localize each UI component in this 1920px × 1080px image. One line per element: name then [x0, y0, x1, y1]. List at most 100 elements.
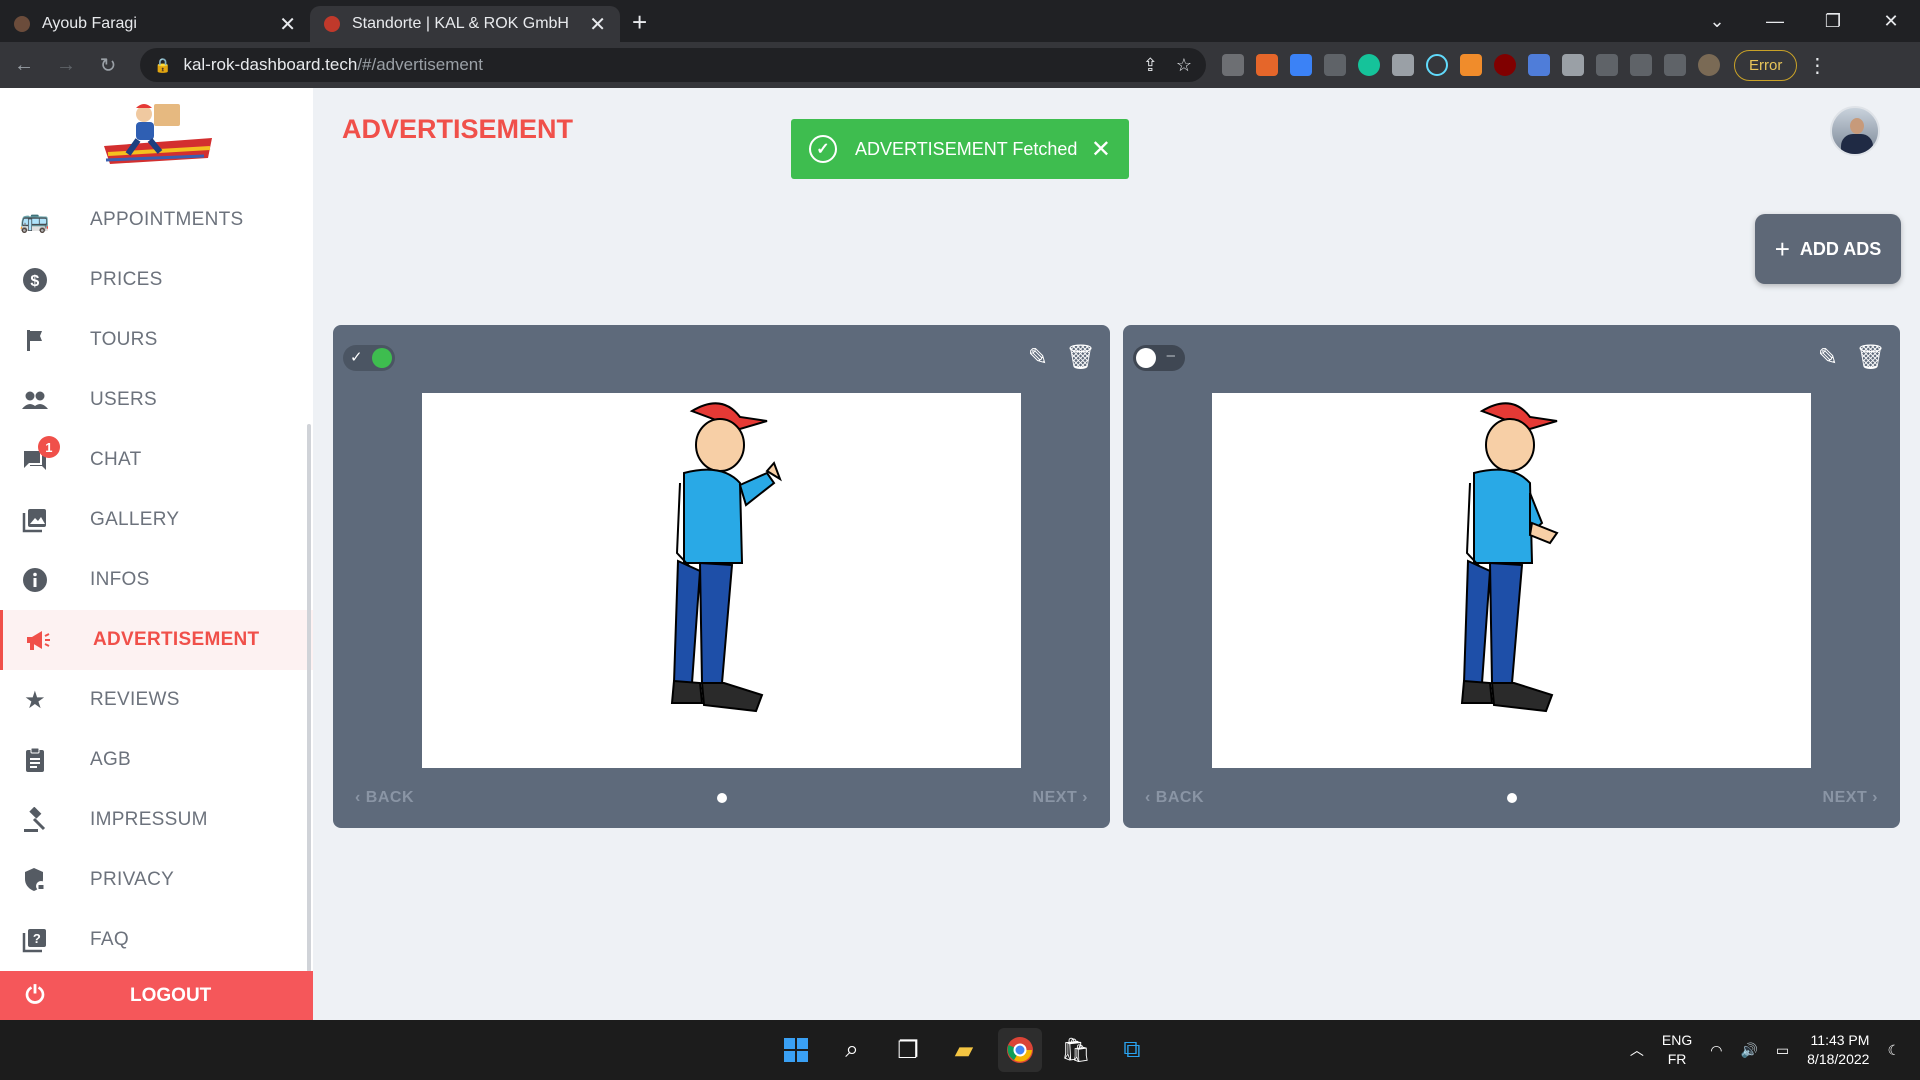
sidebar-item-appointments[interactable]: 🚌 APPOINTMENTS — [0, 190, 313, 250]
store-icon[interactable]: 🛍 — [1054, 1028, 1098, 1072]
profile-avatar-icon[interactable] — [1698, 54, 1720, 76]
share-icon[interactable]: ⇪ — [1143, 55, 1158, 76]
ad-active-toggle[interactable]: – — [1133, 345, 1185, 371]
delete-trash-icon[interactable]: 🗑 — [1856, 343, 1886, 372]
extension-grid-icon[interactable] — [1290, 54, 1312, 76]
toggle-knob — [372, 348, 392, 368]
reading-list-icon[interactable] — [1630, 54, 1652, 76]
sidebar-item-infos[interactable]: INFOS — [0, 550, 313, 610]
notifications-icon[interactable]: ☾ — [1887, 1042, 1900, 1059]
shield-extension-icon[interactable] — [1562, 54, 1584, 76]
sidebar-item-impressum[interactable]: IMPRESSUM — [0, 790, 313, 850]
logout-label: LOGOUT — [130, 984, 212, 1006]
error-button[interactable]: Error — [1734, 49, 1798, 81]
logout-button[interactable]: ⏻ LOGOUT — [0, 971, 313, 1020]
browser-tab-active[interactable]: Standorte | KAL & ROK GmbH ✕ — [310, 6, 620, 42]
taskbar-apps: ⌕ ❐ ▰ 🛍 ⧉ — [774, 1028, 1154, 1072]
ublock-icon[interactable] — [1494, 54, 1516, 76]
camera-icon[interactable] — [1392, 54, 1414, 76]
success-toast: ✓ ADVERTISEMENT Fetched ✕ — [791, 119, 1129, 179]
ad-active-toggle[interactable]: ✓ — [343, 345, 395, 371]
file-explorer-icon[interactable]: ▰ — [942, 1028, 986, 1072]
reload-icon[interactable]: ↻ — [90, 53, 126, 78]
react-devtools-icon[interactable] — [1426, 54, 1448, 76]
chevron-up-icon[interactable]: ︿ — [1630, 1040, 1644, 1060]
address-bar[interactable]: 🔒 kal-rok-dashboard.tech /#/advertisemen… — [140, 48, 1206, 82]
sidebar-item-privacy[interactable]: PRIVACY — [0, 850, 313, 910]
ad-image — [422, 393, 1021, 768]
carousel-next-button[interactable]: NEXT › — [1823, 789, 1878, 807]
puzzle-extensions-icon[interactable] — [1596, 54, 1618, 76]
carousel-back-button[interactable]: ‹ BACK — [1145, 789, 1204, 807]
minimize-icon[interactable]: — — [1746, 11, 1804, 32]
language-indicator[interactable]: ENG FR — [1662, 1031, 1692, 1069]
carousel-dot[interactable] — [1507, 793, 1517, 803]
edit-pencil-icon[interactable]: ✎ — [1028, 343, 1048, 372]
extension-crop-icon[interactable] — [1324, 54, 1346, 76]
back-label: BACK — [365, 789, 414, 806]
sidebar-item-faq[interactable]: ? FAQ — [0, 910, 313, 970]
bookmark-star-icon[interactable]: ☆ — [1176, 55, 1192, 76]
sidebar-item-chat[interactable]: 1 CHAT — [0, 430, 313, 490]
carousel-dot[interactable] — [717, 793, 727, 803]
sidebar-item-label: TOURS — [90, 329, 158, 350]
browser-tab-profile[interactable]: Ayoub Faragi ✕ — [0, 6, 310, 42]
sidebar-item-agb[interactable]: AGB — [0, 730, 313, 790]
extensions-bar — [1222, 54, 1720, 76]
sidebar-item-label: ADVERTISEMENT — [93, 629, 260, 650]
back-arrow-icon[interactable]: ← — [6, 54, 42, 77]
company-logo[interactable] — [100, 98, 216, 174]
clock[interactable]: 11:43 PM 8/18/2022 — [1807, 1031, 1869, 1069]
close-tab-icon[interactable]: ✕ — [279, 12, 296, 37]
add-ads-button[interactable]: + ADD ADS — [1755, 214, 1901, 284]
new-tab-icon[interactable]: + — [632, 7, 647, 38]
extension-pen-icon[interactable] — [1222, 54, 1244, 76]
tab-search-icon[interactable]: ⌄ — [1688, 11, 1746, 32]
extension-screen-icon[interactable] — [1528, 54, 1550, 76]
question-icon: ? — [20, 925, 50, 955]
task-view-icon[interactable]: ❐ — [886, 1028, 930, 1072]
window-controls: ⌄ — ❐ ✕ — [1688, 0, 1920, 42]
edit-pencil-icon[interactable]: ✎ — [1818, 343, 1838, 372]
sidebar-item-advertisement[interactable]: ADVERTISEMENT — [0, 610, 313, 670]
close-tab-icon[interactable]: ✕ — [589, 12, 606, 37]
sidebar-item-prices[interactable]: $ PRICES — [0, 250, 313, 310]
vscode-icon[interactable]: ⧉ — [1110, 1028, 1154, 1072]
extension-off-icon[interactable] — [1256, 54, 1278, 76]
sidebar-item-tours[interactable]: TOURS — [0, 310, 313, 370]
carousel-next-button[interactable]: NEXT › — [1033, 789, 1088, 807]
url-host: kal-rok-dashboard.tech — [183, 55, 358, 74]
info-icon — [20, 565, 50, 595]
sidebar-item-reviews[interactable]: ★ REVIEWS — [0, 670, 313, 730]
battery-icon[interactable]: ▭ — [1776, 1042, 1789, 1059]
delivery-man-illustration — [670, 402, 782, 713]
extension-q-icon[interactable] — [1460, 54, 1482, 76]
more-menu-icon[interactable]: ⋮ — [1807, 53, 1827, 78]
grammarly-icon[interactable] — [1358, 54, 1380, 76]
restore-icon[interactable]: ❐ — [1804, 11, 1862, 32]
windows-start-icon[interactable] — [774, 1028, 818, 1072]
wifi-icon[interactable]: ◠ — [1710, 1042, 1722, 1059]
ad-image — [1212, 393, 1811, 768]
volume-icon[interactable]: 🔊 — [1740, 1042, 1757, 1059]
side-panel-icon[interactable] — [1664, 54, 1686, 76]
search-icon[interactable]: ⌕ — [830, 1028, 874, 1072]
avatar-body — [1841, 134, 1873, 154]
close-toast-icon[interactable]: ✕ — [1091, 135, 1111, 164]
delete-trash-icon[interactable]: 🗑 — [1066, 343, 1096, 372]
profile-favicon-icon — [14, 16, 30, 32]
sidebar-item-users[interactable]: USERS — [0, 370, 313, 430]
sidebar-scrollbar[interactable] — [307, 424, 311, 972]
site-favicon-icon — [324, 16, 340, 32]
close-window-icon[interactable]: ✕ — [1862, 11, 1920, 32]
sidebar-item-label: INFOS — [90, 569, 150, 590]
forward-arrow-icon[interactable]: → — [48, 54, 84, 77]
sidebar-item-gallery[interactable]: GALLERY — [0, 490, 313, 550]
megaphone-icon — [23, 625, 53, 655]
avatar[interactable] — [1830, 106, 1880, 156]
carousel-back-button[interactable]: ‹ BACK — [355, 789, 414, 807]
clipboard-icon — [20, 745, 50, 775]
page-title: ADVERTISEMENT — [342, 114, 574, 144]
chrome-icon[interactable] — [998, 1028, 1042, 1072]
lock-icon: 🔒 — [154, 56, 172, 73]
